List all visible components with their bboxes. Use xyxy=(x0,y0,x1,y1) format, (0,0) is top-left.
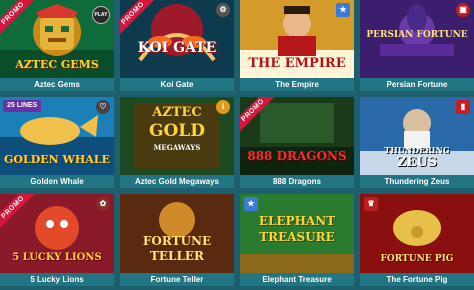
info-icon: i xyxy=(216,100,230,114)
game-tile-5-lucky-lions[interactable]: 5 LUCKY LIONS PROMO ✿ 5 Lucky Lions xyxy=(0,194,114,286)
game-title: Koi Gate xyxy=(120,78,234,91)
game-title: Aztec Gold Megaways xyxy=(120,175,234,188)
game-title: Golden Whale xyxy=(0,175,114,188)
game-logo-text: 5 LUCKY LIONS xyxy=(12,252,102,263)
game-title: 5 Lucky Lions xyxy=(0,273,114,286)
game-logo-text: GOLDEN WHALE xyxy=(4,153,110,166)
game-thumbnail[interactable]: FORTUNE TELLER xyxy=(120,194,234,273)
game-logo-text: KOI GATE xyxy=(137,40,217,56)
game-logo-line2: ZEUS xyxy=(396,155,438,170)
game-logo-text: 888 DRAGONS xyxy=(247,149,347,163)
game-grid: AZTEC GEMS PROMO PLAY Aztec Gems KOI GAT… xyxy=(0,0,474,290)
provider-icon: ✿ xyxy=(96,197,110,211)
game-tile-golden-whale[interactable]: GOLDEN WHALE 25 LINES ♡ Golden Whale xyxy=(0,97,114,188)
lines-badge: 25 LINES xyxy=(3,100,42,112)
game-tile-aztec-gems[interactable]: AZTEC GEMS PROMO PLAY Aztec Gems xyxy=(0,0,114,91)
game-title: Elephant Treasure xyxy=(240,273,354,286)
game-title: Thundering Zeus xyxy=(360,175,474,188)
hot-icon: ▣ xyxy=(456,3,470,17)
game-logo-line2: GOLD xyxy=(148,121,206,141)
game-logo-line2: TELLER xyxy=(149,249,205,263)
game-logo-text: PERSIAN FORTUNE xyxy=(366,30,468,40)
game-logo-line1: FORTUNE xyxy=(142,234,212,248)
game-tile-aztec-gold-megaways[interactable]: AZTEC GOLD MEGAWAYS i Aztec Gold Megaway… xyxy=(120,97,234,188)
game-tile-888-dragons[interactable]: 888 DRAGONS PROMO 888 Dragons xyxy=(240,97,354,188)
provider-icon: ⚙ xyxy=(216,3,230,17)
game-title: 888 Dragons xyxy=(240,175,354,188)
game-logo-text: THE EMPIRE xyxy=(248,56,346,71)
game-tile-thundering-zeus[interactable]: THUNDERING ZEUS ▮ Thundering Zeus xyxy=(360,97,474,188)
game-logo-line1: ELEPHANT xyxy=(258,214,336,228)
game-tile-elephant-treasure[interactable]: ELEPHANT TREASURE ★ Elephant Treasure xyxy=(240,194,354,286)
play-badge: PLAY xyxy=(92,6,110,24)
game-title: Persian Fortune xyxy=(360,78,474,91)
game-tile-the-empire[interactable]: THE EMPIRE ★ The Empire xyxy=(240,0,354,91)
star-icon: ★ xyxy=(336,3,350,17)
game-tile-koi-gate[interactable]: KOI GATE PROMO ⚙ Koi Gate xyxy=(120,0,234,91)
game-title: The Empire xyxy=(240,78,354,91)
game-title: Aztec Gems xyxy=(0,78,114,91)
game-logo-text: AZTEC GEMS xyxy=(15,58,99,71)
game-title: Fortune Teller xyxy=(120,273,234,286)
game-tile-the-fortune-pig[interactable]: FORTUNE PIG ♛ The Fortune Pig xyxy=(360,194,474,286)
game-tile-fortune-teller[interactable]: FORTUNE TELLER Fortune Teller xyxy=(120,194,234,286)
game-logo-line1: THUNDERING xyxy=(384,145,450,155)
game-logo-line2: TREASURE xyxy=(259,230,335,244)
star-icon: ★ xyxy=(244,197,258,211)
heart-icon: ♡ xyxy=(96,100,110,114)
game-tile-persian-fortune[interactable]: PERSIAN FORTUNE ▣ Persian Fortune xyxy=(360,0,474,91)
hot-icon: ♛ xyxy=(364,197,378,211)
bookmark-icon: ▮ xyxy=(456,100,470,114)
game-logo-text: FORTUNE PIG xyxy=(380,254,454,264)
game-title: The Fortune Pig xyxy=(360,273,474,286)
game-logo-line3: MEGAWAYS xyxy=(153,143,201,152)
